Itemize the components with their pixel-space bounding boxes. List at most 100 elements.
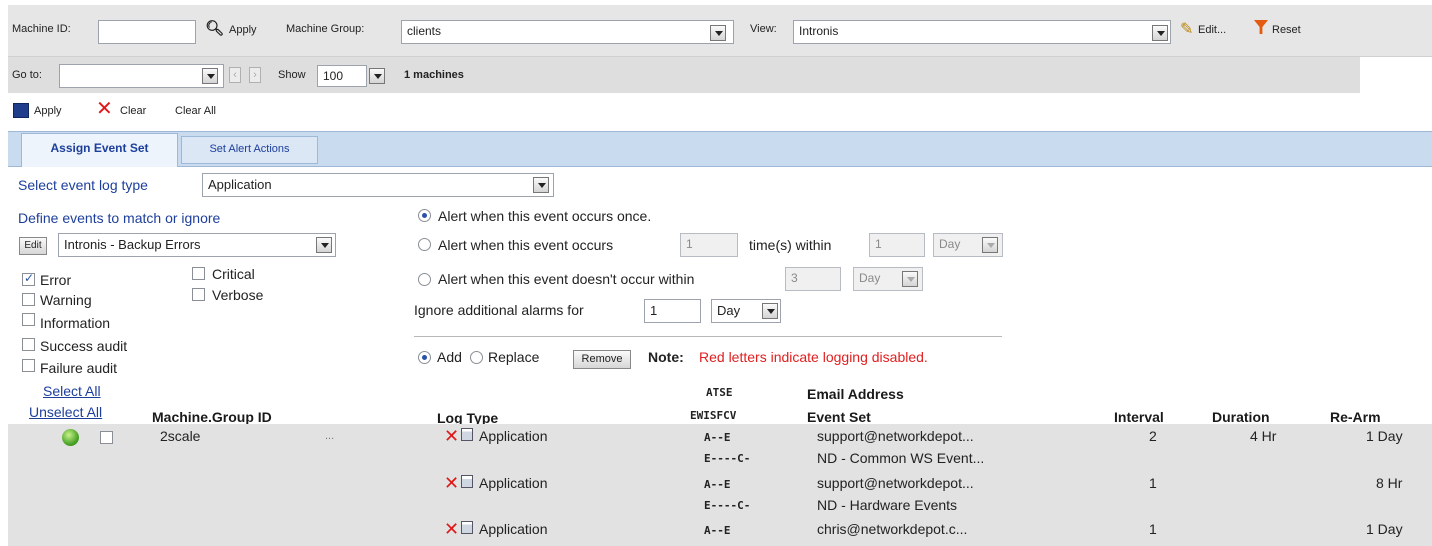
alert-not-occur-label: Alert when this event doesn't occur with… xyxy=(438,271,695,287)
view-label: View: xyxy=(750,23,777,35)
unselect-all-link[interactable]: Unselect All xyxy=(29,404,102,420)
remove-button[interactable]: Remove xyxy=(573,350,631,369)
ewisfcv-cell: E----C- xyxy=(704,452,751,465)
apply-machine-button[interactable]: Apply xyxy=(229,24,257,36)
alert-not-occur-input[interactable]: 3 xyxy=(785,267,841,291)
critical-checkbox[interactable] xyxy=(192,267,205,280)
goto-select[interactable] xyxy=(59,64,224,88)
log-type-cell: Application xyxy=(479,521,548,537)
error-checkbox[interactable] xyxy=(22,271,35,286)
event-set-dropdown-button[interactable] xyxy=(316,237,332,253)
failure-audit-checkbox[interactable] xyxy=(22,359,35,372)
select-all-link[interactable]: Select All xyxy=(43,383,101,399)
interval-cell: 1 xyxy=(1149,475,1157,491)
log-type-dropdown-button[interactable] xyxy=(533,177,549,193)
success-audit-label: Success audit xyxy=(40,338,128,354)
atse-cell: A--E xyxy=(704,431,731,444)
log-type-cell: Application xyxy=(479,475,548,491)
tab-set-alert-actions[interactable]: Set Alert Actions xyxy=(181,136,318,164)
email-cell: support@networkdepot... xyxy=(817,428,974,444)
alert-not-occur-unit-dropdown[interactable] xyxy=(902,271,918,287)
alert-occurs-radio[interactable] xyxy=(418,238,431,251)
show-count-select[interactable]: 100 xyxy=(317,65,367,87)
alert-once-radio[interactable] xyxy=(418,209,431,222)
verbose-checkbox[interactable] xyxy=(192,288,205,301)
machine-id-label: Machine ID: xyxy=(12,23,71,35)
alert-occurs-count-input[interactable]: 1 xyxy=(680,233,738,257)
event-set-select[interactable]: Intronis - Backup Errors xyxy=(58,233,336,257)
delete-row-icon[interactable]: ✕ xyxy=(444,474,459,492)
clear-button[interactable]: Clear xyxy=(120,105,146,117)
ignore-alarms-unit-dropdown[interactable] xyxy=(762,303,778,319)
edit-event-set-button[interactable]: Edit xyxy=(19,237,47,255)
alert-occurs-unit-dropdown[interactable] xyxy=(982,237,998,253)
machine-group-dropdown-button[interactable] xyxy=(710,25,726,41)
status-online-icon xyxy=(62,429,79,446)
show-label: Show xyxy=(278,69,306,81)
tab-assign-event-set-label: Assign Event Set xyxy=(50,141,149,155)
replace-label: Replace xyxy=(488,349,540,365)
information-label: Information xyxy=(40,315,111,331)
machines-count: 1 machines xyxy=(404,69,464,81)
log-type-select[interactable]: Application xyxy=(202,173,554,197)
rearm-cell: 1 Day xyxy=(1366,521,1403,537)
application-log-icon xyxy=(461,428,473,441)
failure-audit-label: Failure audit xyxy=(40,360,118,376)
email-cell: chris@networkdepot.c... xyxy=(817,521,968,537)
form-divider xyxy=(414,336,1002,337)
warning-label: Warning xyxy=(40,292,92,308)
rearm-cell: 1 Day xyxy=(1366,428,1403,444)
view-dropdown-button[interactable] xyxy=(1152,25,1168,41)
rearm-cell: 8 Hr xyxy=(1376,475,1403,491)
interval-cell: 2 xyxy=(1149,428,1157,444)
application-log-icon xyxy=(461,475,473,488)
tab-set-alert-actions-label: Set Alert Actions xyxy=(209,143,290,155)
information-checkbox[interactable] xyxy=(22,313,35,326)
note-text: Red letters indicate logging disabled. xyxy=(699,349,928,365)
clear-icon[interactable]: ✕ xyxy=(96,99,113,119)
col-header-rearm: Re-Arm xyxy=(1330,409,1381,425)
next-page-icon[interactable]: › xyxy=(249,67,261,83)
alert-not-occur-radio[interactable] xyxy=(418,273,431,286)
ewisfcv-cell: E----C- xyxy=(704,499,751,512)
view-select[interactable]: Intronis xyxy=(793,20,1171,44)
delete-row-icon[interactable]: ✕ xyxy=(444,427,459,445)
tab-assign-event-set[interactable]: Assign Event Set xyxy=(21,133,178,167)
edit-view-button[interactable]: Edit... xyxy=(1198,24,1226,36)
save-icon[interactable] xyxy=(13,103,29,118)
clear-all-button[interactable]: Clear All xyxy=(175,105,216,117)
col-header-ewisfcv: EWISFCV xyxy=(690,409,737,422)
alert-once-label: Alert when this event occurs once. xyxy=(438,208,652,224)
goto-dropdown-button[interactable] xyxy=(202,68,218,84)
machine-id-suffix: ... xyxy=(325,430,335,442)
apply-button[interactable]: Apply xyxy=(34,105,62,117)
delete-row-icon[interactable]: ✕ xyxy=(444,520,459,538)
error-label: Error xyxy=(40,272,72,288)
ignore-alarms-input[interactable]: 1 xyxy=(644,299,701,323)
replace-radio[interactable] xyxy=(470,351,483,364)
event-set-cell: ND - Hardware Events xyxy=(817,497,958,513)
note-label: Note: xyxy=(648,349,684,365)
success-audit-checkbox[interactable] xyxy=(22,338,35,351)
add-label: Add xyxy=(437,349,462,365)
pencil-icon[interactable]: ✎ xyxy=(1180,19,1193,39)
prev-page-icon[interactable]: ‹ xyxy=(229,67,241,83)
verbose-label: Verbose xyxy=(212,287,264,303)
row-select-checkbox[interactable] xyxy=(100,431,113,444)
machine-group-select[interactable]: clients xyxy=(401,20,734,44)
event-set-cell: ND - Common WS Event... xyxy=(817,450,985,466)
alert-occurs-label: Alert when this event occurs xyxy=(438,237,614,253)
machine-group-label: Machine Group: xyxy=(286,23,365,35)
log-type-cell: Application xyxy=(479,428,548,444)
warning-checkbox[interactable] xyxy=(22,293,35,306)
show-count-dropdown-button[interactable] xyxy=(369,68,385,84)
define-events-label: Define events to match or ignore xyxy=(18,210,221,226)
search-icon[interactable]: 🔍︎ xyxy=(205,19,224,37)
critical-label: Critical xyxy=(212,266,255,282)
reset-view-button[interactable]: Reset xyxy=(1272,24,1301,36)
goto-label: Go to: xyxy=(12,69,42,81)
machine-id-input[interactable] xyxy=(98,20,196,44)
add-radio[interactable] xyxy=(418,351,431,364)
application-log-icon xyxy=(461,521,473,534)
alert-occurs-within-input[interactable]: 1 xyxy=(869,233,925,257)
